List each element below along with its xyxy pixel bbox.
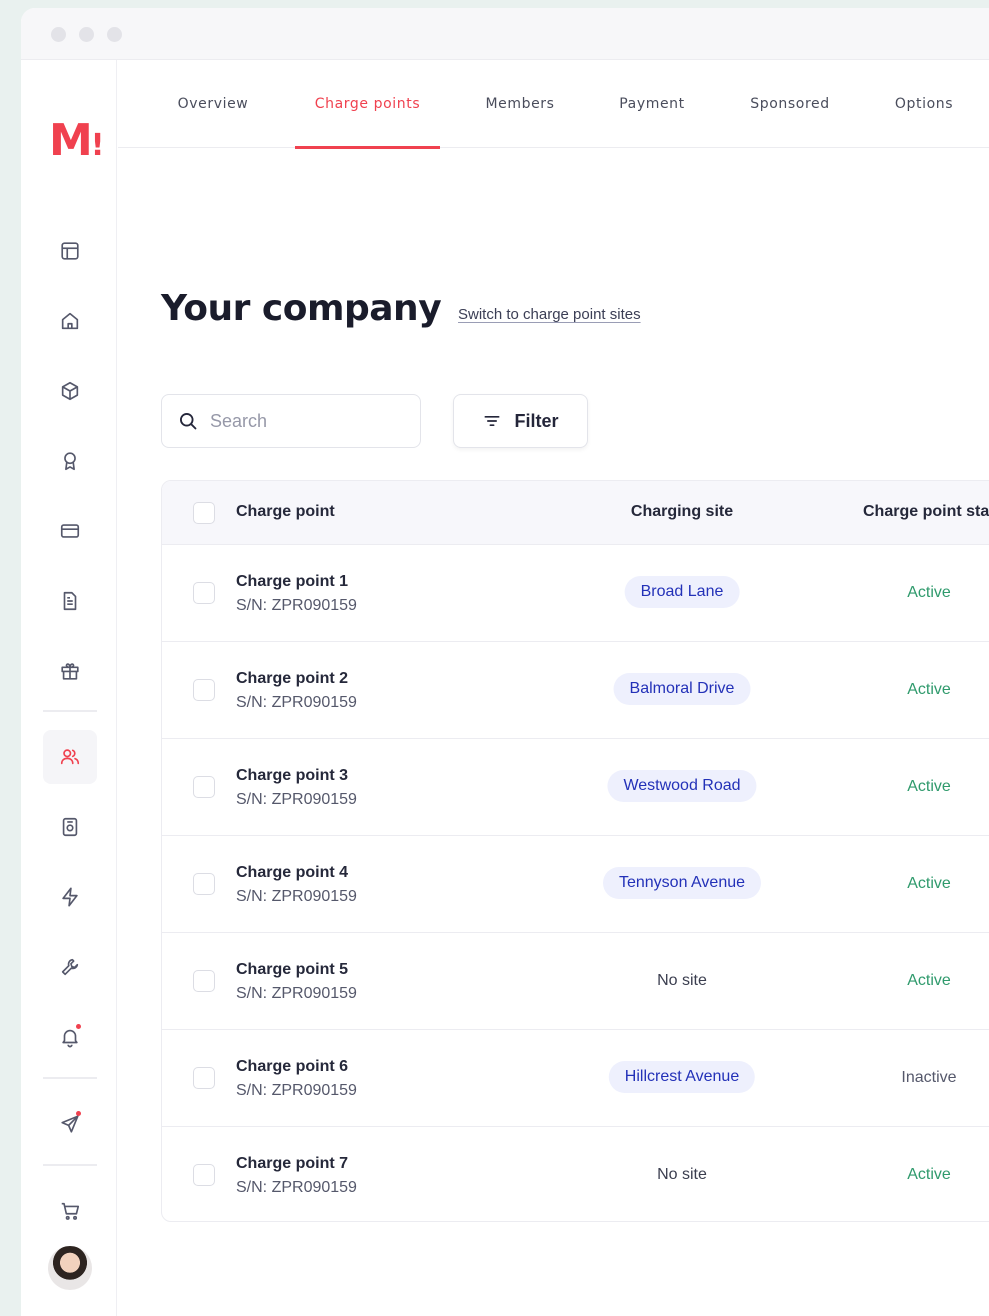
table-row[interactable]: Charge point 6 S/N: ZPR090159 Hillcrest Av…: [162, 1030, 989, 1127]
charge-point-name[interactable]: Charge point 2: [236, 670, 348, 688]
window-dot: [51, 27, 66, 42]
nav-divider: [43, 1077, 97, 1079]
search-box[interactable]: [161, 394, 421, 448]
document-icon[interactable]: [43, 574, 97, 628]
window-dot: [79, 27, 94, 42]
column-header-charge-point[interactable]: Charge point: [236, 503, 335, 521]
nav-divider: [43, 710, 97, 712]
top-navigation: Overview Charge points Members Payment S…: [118, 60, 989, 149]
status-label: Active: [907, 1166, 951, 1183]
charge-point-serial: S/N: ZPR090159: [236, 597, 357, 614]
charger-icon[interactable]: [43, 800, 97, 854]
charge-point-name[interactable]: Charge point 4: [236, 864, 348, 882]
select-all-checkbox[interactable]: [193, 502, 215, 524]
table-row[interactable]: Charge point 4 S/N: ZPR090159 Tennyson Ave…: [162, 836, 989, 933]
layout-icon[interactable]: [43, 224, 97, 278]
charge-point-name[interactable]: Charge point 5: [236, 961, 348, 979]
status-label: Active: [907, 778, 951, 795]
tab-payment[interactable]: Payment: [596, 60, 708, 148]
charge-point-serial: S/N: ZPR090159: [236, 791, 357, 808]
page-title: Your company: [161, 288, 442, 329]
avatar[interactable]: [48, 1246, 92, 1290]
filter-button[interactable]: Filter: [453, 394, 588, 448]
site-chip[interactable]: Broad Lane: [624, 576, 740, 608]
column-header-status[interactable]: Charge point stat: [863, 503, 989, 521]
tab-options[interactable]: Options: [872, 60, 976, 148]
award-icon[interactable]: [43, 434, 97, 488]
site-chip[interactable]: Tennyson Avenue: [602, 867, 762, 899]
site-chip[interactable]: Hillcrest Avenue: [608, 1061, 756, 1093]
charge-points-table: Charge point Charging site Charge point …: [161, 480, 989, 1222]
table-row[interactable]: Charge point 7 S/N: ZPR090159 No site Activ…: [162, 1127, 989, 1221]
status-label: Active: [907, 875, 951, 892]
column-header-charging-site[interactable]: Charging site: [631, 503, 733, 521]
row-checkbox[interactable]: [193, 776, 215, 798]
no-site-label: No site: [657, 972, 707, 989]
status-label: Active: [907, 681, 951, 698]
search-input[interactable]: [210, 410, 400, 432]
switch-to-sites-link[interactable]: Switch to charge point sites: [458, 306, 641, 323]
status-label: Active: [907, 584, 951, 601]
wrench-icon[interactable]: [43, 940, 97, 994]
users-icon[interactable]: [43, 730, 97, 784]
table-row[interactable]: Charge point 5 S/N: ZPR090159 No site Activ…: [162, 933, 989, 1030]
tab-members[interactable]: Members: [464, 60, 576, 148]
gift-icon[interactable]: [43, 644, 97, 698]
filter-label: Filter: [514, 410, 559, 431]
charge-point-serial: S/N: ZPR090159: [236, 985, 357, 1002]
brand-logo[interactable]: M!: [49, 115, 104, 166]
table-row[interactable]: Charge point 2 S/N: ZPR090159 Balmoral Dri…: [162, 642, 989, 739]
tab-sponsored[interactable]: Sponsored: [726, 60, 854, 148]
site-chip[interactable]: Westwood Road: [607, 770, 757, 802]
row-checkbox[interactable]: [193, 1067, 215, 1089]
row-checkbox[interactable]: [193, 970, 215, 992]
status-label: Inactive: [901, 1069, 957, 1086]
lightning-icon[interactable]: [43, 870, 97, 924]
notification-dot: [76, 1111, 81, 1116]
send-icon[interactable]: [43, 1097, 97, 1151]
app-window: M! Overview Charge points Members Paymen…: [21, 8, 989, 1316]
window-dot: [107, 27, 122, 42]
row-checkbox[interactable]: [193, 582, 215, 604]
charge-point-name[interactable]: Charge point 7: [236, 1155, 348, 1173]
charge-point-serial: S/N: ZPR090159: [236, 1179, 357, 1196]
site-chip[interactable]: Balmoral Drive: [613, 673, 751, 705]
table-header: Charge point Charging site Charge point …: [162, 481, 989, 545]
charge-point-name[interactable]: Charge point 1: [236, 573, 348, 591]
no-site-label: No site: [657, 1166, 707, 1183]
tab-overview[interactable]: Overview: [156, 60, 270, 148]
notification-dot: [76, 1024, 81, 1029]
charge-point-name[interactable]: Charge point 6: [236, 1058, 348, 1076]
table-row[interactable]: Charge point 3 S/N: ZPR090159 Westwood Roa…: [162, 739, 989, 836]
charge-point-name[interactable]: Charge point 3: [236, 767, 348, 785]
bell-icon[interactable]: [43, 1010, 97, 1064]
charge-point-serial: S/N: ZPR090159: [236, 694, 357, 711]
sidebar: M!: [21, 60, 117, 1316]
row-checkbox[interactable]: [193, 1164, 215, 1186]
home-icon[interactable]: [43, 294, 97, 348]
filter-icon: [484, 416, 500, 426]
row-checkbox[interactable]: [193, 679, 215, 701]
nav-divider: [43, 1164, 97, 1166]
card-icon[interactable]: [43, 504, 97, 558]
title-bar: [21, 8, 989, 60]
cube-icon[interactable]: [43, 364, 97, 418]
table-row[interactable]: Charge point 1 S/N: ZPR090159 Broad Lane Ac…: [162, 545, 989, 642]
status-label: Active: [907, 972, 951, 989]
search-icon: [180, 413, 197, 430]
tab-charge-points[interactable]: Charge points: [295, 60, 440, 149]
charge-point-serial: S/N: ZPR090159: [236, 1082, 357, 1099]
row-checkbox[interactable]: [193, 873, 215, 895]
charge-point-serial: S/N: ZPR090159: [236, 888, 357, 905]
cart-icon[interactable]: [43, 1184, 97, 1238]
